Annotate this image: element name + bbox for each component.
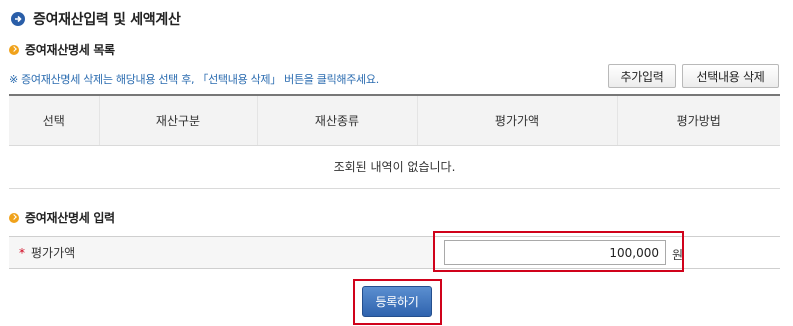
input-section-title: 증여재산명세 입력 xyxy=(9,209,115,226)
delete-selected-button[interactable]: 선택내용 삭제 xyxy=(682,64,779,88)
input-highlight-box xyxy=(433,231,684,272)
arrow-right-circle-icon xyxy=(11,12,25,26)
column-header: 재산구분 xyxy=(99,94,258,146)
column-header: 평가가액 xyxy=(417,94,618,146)
page-title: 증여재산입력 및 세액계산 xyxy=(11,9,181,29)
page-title-text: 증여재산입력 및 세액계산 xyxy=(33,12,181,28)
asset-list-table: 선택 재산구분 재산종류 평가가액 평가방법 조회된 내역이 없습니다. xyxy=(9,94,780,189)
add-input-button[interactable]: 추가입력 xyxy=(608,64,676,88)
empty-message: 조회된 내역이 없습니다. xyxy=(9,145,780,189)
appraised-value-label: 평가가액 xyxy=(31,246,76,260)
table-row: 조회된 내역이 없습니다. xyxy=(9,145,780,189)
table-header-row: 선택 재산구분 재산종류 평가가액 평가방법 xyxy=(9,94,780,146)
column-header: 평가방법 xyxy=(617,94,780,146)
delete-notice: ※ 증여재산명세 삭제는 해당내용 선택 후, 「선택내용 삭제」 버튼을 클릭… xyxy=(9,73,379,86)
column-header: 재산종류 xyxy=(257,94,418,146)
register-button[interactable]: 등록하기 xyxy=(362,286,432,317)
field-label-cell: * 평가가액 xyxy=(9,237,433,268)
section-bullet-icon xyxy=(9,212,19,223)
list-section-title: 증여재산명세 목록 xyxy=(9,41,115,58)
required-mark: * xyxy=(19,245,25,260)
column-header: 선택 xyxy=(9,94,100,146)
section-bullet-icon xyxy=(9,44,19,55)
